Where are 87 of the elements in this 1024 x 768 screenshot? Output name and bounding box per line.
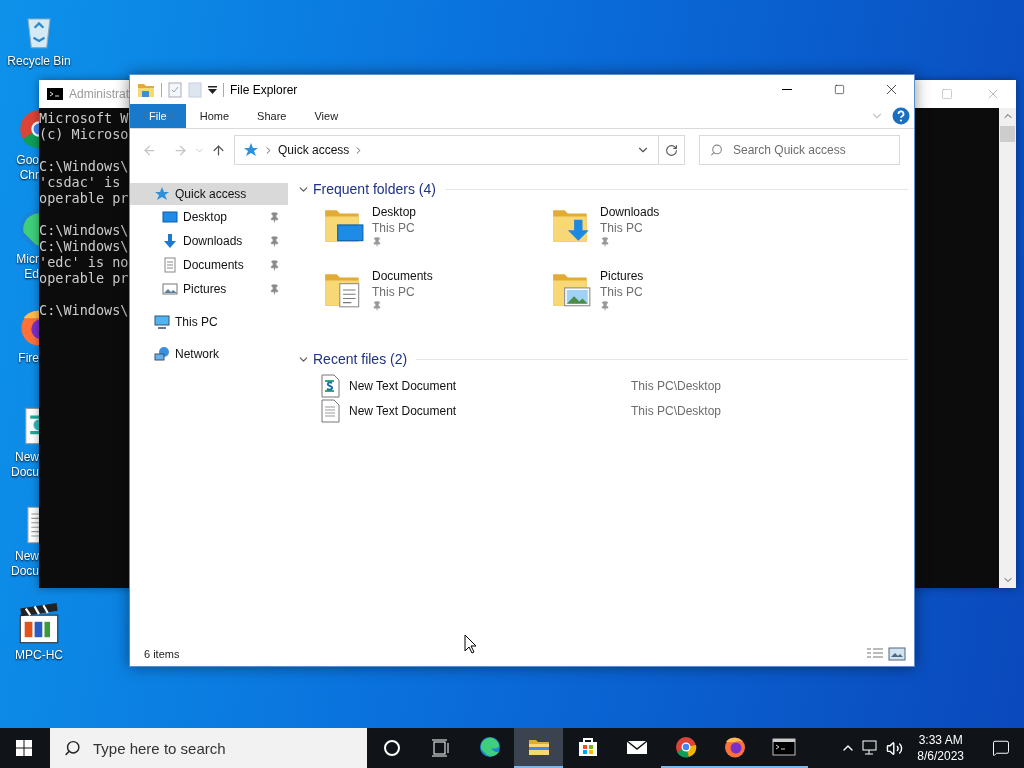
terminal-icon [47, 88, 63, 100]
folder-location: This PC [372, 285, 415, 299]
clapperboard-icon[interactable] [17, 602, 61, 646]
download-icon [162, 233, 178, 249]
console-line: (c) Microso [39, 126, 129, 142]
nav-item[interactable]: Quick access [130, 183, 288, 205]
scrollbar[interactable] [999, 108, 1016, 588]
console-line: 'csdac' is [39, 174, 121, 190]
folder-location: This PC [600, 221, 643, 235]
task-view-icon [430, 739, 451, 757]
clock[interactable]: 3:33 AM 8/6/2023 [909, 732, 972, 764]
section-title[interactable]: Recent files (2) [313, 351, 408, 367]
folder-icon[interactable] [137, 81, 155, 98]
console-line: C:\Windows\ [39, 158, 129, 174]
desktop-icon [162, 209, 178, 225]
folder-name[interactable]: Documents [372, 269, 433, 283]
ribbon-tab[interactable]: File [130, 104, 186, 128]
network-icon [154, 346, 170, 362]
mouse-cursor-icon [464, 634, 477, 654]
star-icon [154, 186, 170, 202]
document-icon [162, 257, 178, 273]
volume-icon[interactable] [886, 739, 904, 757]
folder-location: This PC [372, 221, 415, 235]
desktop-icon-label: New Docu [10, 450, 39, 480]
section-title[interactable]: Frequent folders (4) [313, 181, 436, 197]
file-location: This PC\Desktop [631, 378, 722, 393]
console-line: Microsoft W [39, 110, 129, 126]
scrollbar-thumb[interactable] [1000, 126, 1015, 142]
picture-icon [162, 281, 178, 297]
script-file-icon [319, 373, 341, 398]
folder-name[interactable]: Downloads [600, 205, 660, 219]
console-line: operable pr [39, 190, 129, 206]
edge-icon [477, 735, 502, 759]
firefox-icon [722, 735, 747, 759]
search-field[interactable]: Search Quick access [699, 135, 900, 165]
console-line: C:\Windows\ [39, 302, 129, 318]
circle-icon [382, 739, 401, 757]
up-button[interactable] [211, 142, 226, 158]
desktop-icon-label: Fire [17, 351, 39, 366]
nav-item[interactable]: This PC [130, 311, 288, 333]
desktop-icon-label: Micr Ed [15, 252, 39, 282]
desktop-icon-label: New Docu [10, 549, 39, 579]
console-line: C:\Windows\ [39, 222, 129, 238]
refresh-icon [665, 143, 678, 157]
nav-item[interactable]: Network [130, 343, 288, 365]
ribbon-tab[interactable]: Share [243, 104, 301, 128]
computer-icon [154, 314, 170, 330]
address-bar[interactable]: Quick access [234, 135, 685, 165]
chrome-icon [673, 735, 698, 759]
folder-name[interactable]: Pictures [600, 269, 644, 283]
terminal-icon [771, 735, 796, 759]
nav-item[interactable]: Pictures [130, 277, 288, 301]
folder-location: This PC [600, 285, 643, 299]
desktop-icon-label: Recycle Bin [7, 54, 71, 69]
nav-item[interactable]: Desktop [130, 205, 288, 229]
large-icons-view-icon[interactable] [888, 647, 906, 661]
console-line: operable pr [39, 270, 129, 286]
search-icon [710, 143, 723, 157]
nav-item[interactable]: Downloads [130, 229, 288, 253]
minimize-icon [782, 89, 792, 90]
address-path[interactable]: Quick access [278, 143, 350, 157]
search-icon [64, 739, 81, 757]
file-location: This PC\Desktop [631, 403, 722, 418]
speech-bubble-icon [992, 739, 1010, 757]
windows-logo-icon [16, 740, 32, 756]
console-line: C:\Windows\ [39, 238, 129, 254]
taskbar-app-button[interactable] [514, 728, 563, 768]
desktop-icon-label: Goo Chr [15, 153, 39, 183]
file-name[interactable]: New Text Document [349, 378, 631, 393]
text-file-icon [319, 398, 341, 423]
file-name[interactable]: New Text Document [349, 403, 631, 418]
folder-name[interactable]: Desktop [372, 205, 417, 219]
maximize-icon [833, 84, 845, 95]
item-count: 6 items [144, 648, 180, 660]
ribbon-tab[interactable]: Home [185, 104, 244, 128]
ribbon-tab[interactable]: View [300, 104, 353, 128]
maximize-icon [941, 88, 953, 100]
star-icon [243, 142, 259, 158]
caret-icon[interactable] [208, 85, 217, 94]
taskbar-search-field[interactable]: Type here to search [50, 728, 367, 768]
desktop-icon-label: MPC-HC [15, 648, 63, 663]
forward-arrow-icon [173, 142, 188, 158]
window-title: Administrat [69, 87, 130, 101]
help-icon[interactable] [892, 107, 910, 125]
nav-item[interactable]: Documents [130, 253, 288, 277]
console-line: 'edc' is no [39, 254, 129, 270]
window-title: File Explorer [230, 82, 298, 97]
